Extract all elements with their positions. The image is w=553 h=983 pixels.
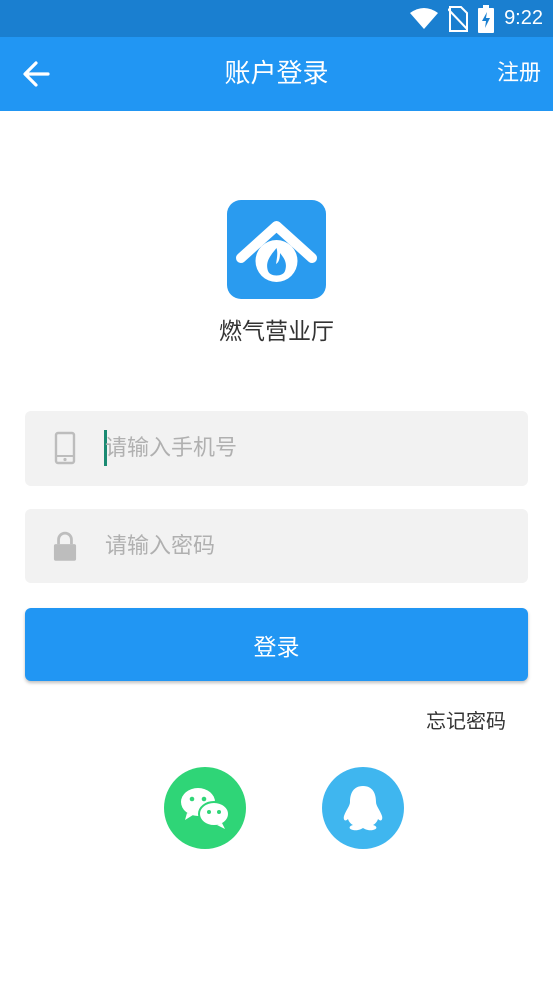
no-sim-icon — [448, 5, 469, 32]
phone-field[interactable] — [25, 411, 528, 486]
app-bar: 账户登录 注册 — [0, 37, 553, 111]
battery-charging-icon — [478, 4, 495, 33]
wifi-icon — [410, 7, 439, 29]
app-name: 燃气营业厅 — [219, 319, 334, 345]
password-field[interactable] — [25, 509, 528, 583]
phone-icon — [54, 431, 76, 465]
forgot-password-link[interactable]: 忘记密码 — [426, 705, 506, 734]
app-logo — [227, 200, 326, 299]
login-button[interactable]: 登录 — [25, 608, 528, 681]
gas-house-icon — [236, 221, 317, 282]
qq-icon — [343, 786, 383, 831]
wechat-login-button[interactable] — [164, 767, 246, 849]
wechat-icon — [181, 788, 230, 829]
password-input[interactable] — [105, 509, 505, 583]
register-link[interactable]: 注册 — [497, 37, 541, 111]
phone-input[interactable] — [105, 411, 505, 486]
status-icons: 9:22 — [410, 0, 543, 37]
lock-icon — [53, 531, 77, 561]
page-title: 账户登录 — [224, 59, 329, 89]
status-bar: 9:22 — [0, 0, 553, 37]
qq-login-button[interactable] — [322, 767, 404, 849]
status-time: 9:22 — [504, 7, 543, 29]
